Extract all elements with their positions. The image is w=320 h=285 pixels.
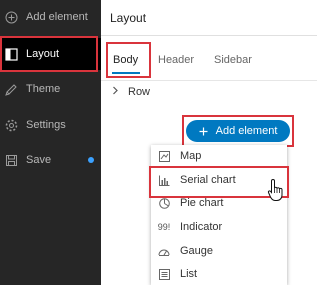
sidebar-item-label: Save [26,154,52,166]
list-icon [158,268,170,280]
tree-node-label: Row [128,86,151,98]
sidebar-item-label: Settings [26,119,66,131]
sidebar-item-theme[interactable]: Theme [0,74,101,104]
menu-item-label: Gauge [180,245,214,257]
menu-item-label: List [180,268,198,280]
menu-item-serial-chart[interactable]: Serial chart [151,169,287,191]
add-element-menu: Map Serial chart Pie chart 99! Indicator… [151,145,287,285]
gear-icon [4,118,18,132]
layout-icon [4,47,18,61]
panel-title: Layout [110,11,147,25]
tree-node-row[interactable]: Row [112,85,150,99]
menu-item-label: Map [180,150,202,162]
sidebar-item-save[interactable]: Save [0,145,101,175]
sidebar-item-add-element[interactable]: Add element [0,2,101,32]
menu-item-list[interactable]: List [151,263,287,285]
menu-item-pie-chart[interactable]: Pie chart [151,192,287,214]
pie-chart-icon [158,197,170,209]
menu-item-label: Serial chart [180,174,236,186]
add-element-button[interactable]: Add element [186,120,290,142]
plus-icon [199,125,208,138]
sidebar-item-label: Add element [26,11,88,23]
save-icon [4,153,18,167]
tab-body[interactable]: Body [113,54,138,66]
map-icon [158,150,170,162]
menu-item-label: Pie chart [180,197,224,209]
add-element-button-label: Add element [215,125,278,137]
menu-item-gauge[interactable]: Gauge [151,240,287,262]
add-element-icon [4,10,18,24]
unsaved-indicator-dot [88,157,94,163]
sidebar-item-label: Theme [26,83,61,95]
sidebar-item-settings[interactable]: Settings [0,110,101,140]
menu-item-map[interactable]: Map [151,145,287,167]
layout-panel: Layout Body Header Sidebar Row Add eleme… [101,0,317,285]
sidebar-item-label: Layout [26,48,60,60]
gauge-icon [158,245,170,257]
menu-item-label: Indicator [180,221,223,233]
theme-icon [4,82,18,96]
tab-header[interactable]: Header [158,54,194,66]
sidebar: Add element Layout Theme Settings Save [0,0,101,285]
sidebar-item-layout[interactable]: Layout [0,38,101,70]
tab-sidebar[interactable]: Sidebar [214,54,252,66]
divider [101,80,317,81]
chevron-right-icon [112,86,120,98]
tab-active-indicator [112,72,140,74]
divider [101,35,317,36]
serial-chart-icon [158,174,170,186]
menu-item-indicator[interactable]: 99! Indicator [151,216,287,238]
indicator-icon: 99! [157,222,171,232]
